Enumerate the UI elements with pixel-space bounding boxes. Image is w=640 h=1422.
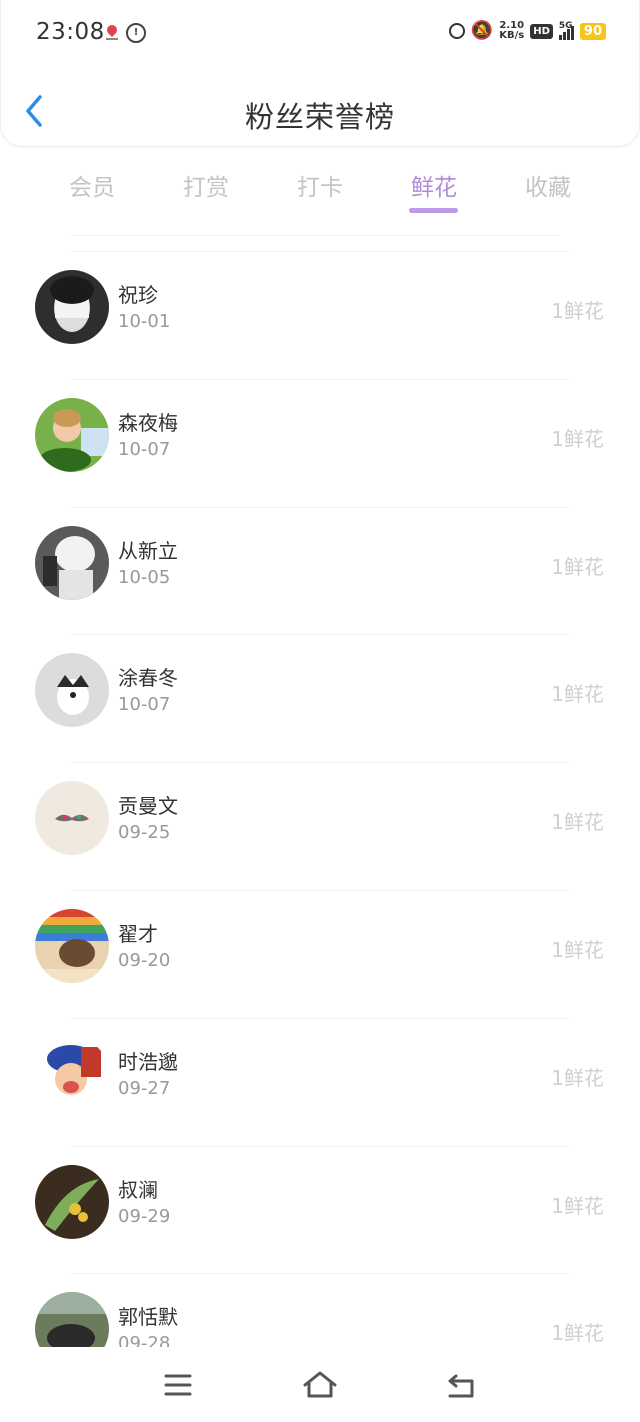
fan-list: 祝珍 10-01 1鲜花 森夜梅 10-07 1鲜花 从新立 10-05 1鲜花… bbox=[0, 251, 640, 1347]
menu-icon[interactable] bbox=[158, 1367, 198, 1403]
signal-label: 5G bbox=[558, 21, 573, 31]
status-right-icons: 🔕 2.10 KB/s HD 5G 90 bbox=[448, 20, 606, 41]
fan-date: 09-27 bbox=[118, 1077, 171, 1099]
network-speed: 2.10 KB/s bbox=[499, 21, 524, 41]
tab-flowers[interactable]: 鲜花 bbox=[384, 168, 484, 202]
list-item[interactable]: 从新立 10-05 1鲜花 bbox=[35, 506, 604, 635]
status-time: 23:08 bbox=[36, 19, 105, 45]
fan-date: 10-05 bbox=[118, 566, 171, 588]
fan-name: 祝珍 bbox=[118, 283, 158, 307]
flower-count: 1鲜花 bbox=[551, 682, 604, 707]
tab-member[interactable]: 会员 bbox=[42, 168, 142, 202]
page-title: 粉丝荣誉榜 bbox=[244, 100, 395, 134]
battery-badge: 90 bbox=[579, 22, 606, 40]
status-left-icons: ! bbox=[106, 23, 146, 43]
list-item[interactable]: 翟才 09-20 1鲜花 bbox=[35, 889, 604, 1018]
fan-name: 叔澜 bbox=[118, 1177, 158, 1202]
home-icon[interactable] bbox=[300, 1367, 340, 1403]
list-item[interactable]: 祝珍 10-01 1鲜花 bbox=[35, 251, 604, 379]
fan-date: 09-20 bbox=[118, 949, 171, 971]
flower-count: 1鲜花 bbox=[551, 554, 604, 579]
tab-reward[interactable]: 打赏 bbox=[156, 168, 256, 202]
fan-name: 贡曼文 bbox=[118, 794, 178, 819]
flower-count: 1鲜花 bbox=[551, 810, 604, 835]
fan-date: 09-29 bbox=[118, 1205, 171, 1227]
list-item[interactable]: 贡曼文 09-25 1鲜花 bbox=[35, 762, 604, 890]
avatar[interactable] bbox=[35, 1292, 109, 1347]
location-pin-icon bbox=[106, 25, 118, 41]
avatar[interactable] bbox=[35, 908, 109, 983]
status-bar: 23:08 ! 🔕 2.10 KB/s HD 5G 90 bbox=[0, 0, 640, 68]
fan-name: 森夜梅 bbox=[118, 410, 178, 435]
flower-count: 1鲜花 bbox=[551, 1193, 604, 1218]
divider bbox=[70, 235, 560, 236]
avatar[interactable] bbox=[35, 1164, 109, 1239]
tab-active-indicator bbox=[409, 208, 458, 213]
tab-checkin[interactable]: 打卡 bbox=[270, 168, 370, 202]
tab-favorites[interactable]: 收藏 bbox=[498, 168, 598, 202]
fan-date: 10-01 bbox=[118, 311, 171, 332]
avatar[interactable] bbox=[35, 1036, 109, 1111]
fan-name: 从新立 bbox=[118, 538, 178, 563]
list-item[interactable]: 郭恬默 09-28 1鲜花 bbox=[35, 1273, 604, 1347]
fan-name: 翟才 bbox=[118, 921, 158, 946]
fan-date: 10-07 bbox=[118, 438, 171, 460]
flower-count: 1鲜花 bbox=[551, 1321, 604, 1346]
network-speed-unit: KB/s bbox=[499, 30, 525, 41]
avatar[interactable] bbox=[35, 653, 109, 728]
hd-badge: HD bbox=[530, 23, 553, 39]
list-item[interactable]: 涂春冬 10-07 1鲜花 bbox=[35, 634, 604, 762]
notification-circle-icon: ! bbox=[126, 23, 146, 43]
flower-count: 1鲜花 bbox=[551, 299, 604, 323]
fan-date: 09-25 bbox=[118, 822, 171, 844]
avatar[interactable] bbox=[35, 525, 109, 600]
list-item[interactable]: 叔澜 09-29 1鲜花 bbox=[35, 1145, 604, 1274]
list-item[interactable]: 森夜梅 10-07 1鲜花 bbox=[35, 378, 604, 507]
avatar[interactable] bbox=[35, 270, 109, 344]
flower-count: 1鲜花 bbox=[551, 426, 604, 451]
flower-count: 1鲜花 bbox=[551, 1065, 604, 1090]
list-item[interactable]: 时浩邈 09-27 1鲜花 bbox=[35, 1017, 604, 1146]
alarm-icon bbox=[448, 23, 465, 39]
bell-mute-icon: 🔕 bbox=[470, 20, 494, 41]
fan-name: 涂春冬 bbox=[118, 666, 178, 691]
fan-date: 09-28 bbox=[118, 1333, 171, 1347]
avatar[interactable] bbox=[35, 397, 109, 472]
signal-icon: 5G bbox=[558, 21, 574, 40]
fan-name: 时浩邈 bbox=[118, 1049, 178, 1074]
fan-name: 郭恬默 bbox=[118, 1305, 178, 1330]
fan-date: 10-07 bbox=[118, 694, 171, 716]
return-icon[interactable] bbox=[442, 1367, 482, 1403]
system-nav-bar bbox=[0, 1347, 640, 1422]
flower-count: 1鲜花 bbox=[551, 937, 604, 962]
avatar[interactable] bbox=[35, 781, 109, 856]
tab-bar: 会员 打赏 打卡 鲜花 收藏 bbox=[0, 160, 640, 220]
